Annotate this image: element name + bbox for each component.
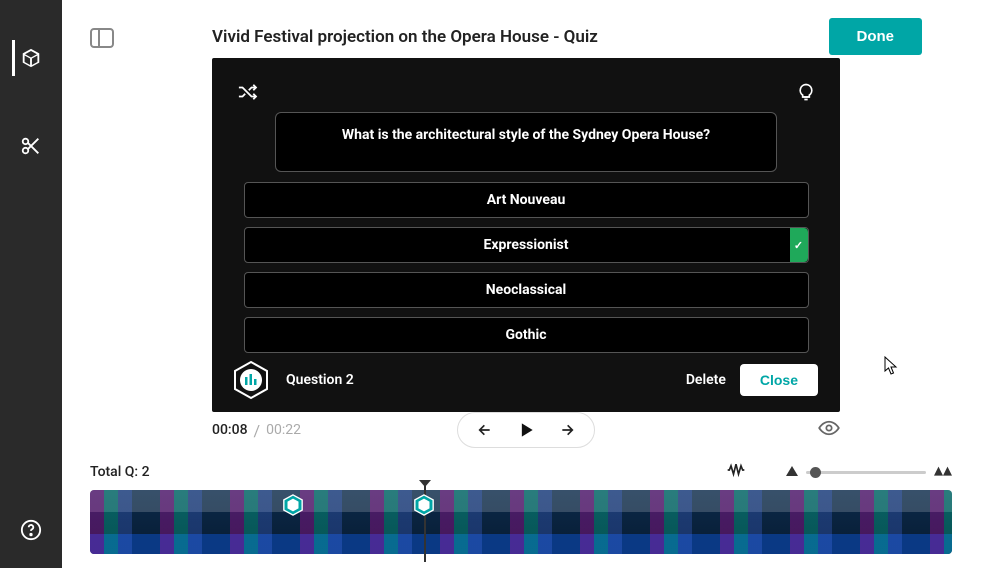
zoom-out-icon[interactable] xyxy=(786,466,798,478)
question-number-label: Question 2 xyxy=(286,372,354,388)
main: Vivid Festival projection on the Opera H… xyxy=(62,0,982,568)
total-questions-label: Total Q: 2 xyxy=(90,464,150,480)
answer-option[interactable]: Art Nouveau xyxy=(244,182,809,218)
header: Vivid Festival projection on the Opera H… xyxy=(212,18,922,55)
editor-footer: Question 2 Delete Close xyxy=(230,353,822,403)
correct-check-icon xyxy=(790,228,808,262)
play-button[interactable] xyxy=(508,416,544,444)
zoom-thumb[interactable] xyxy=(810,467,821,478)
quiz-badge-icon xyxy=(230,359,272,401)
timeline-filmstrip[interactable] xyxy=(90,490,952,554)
shuffle-icon[interactable] xyxy=(236,83,258,105)
answer-option[interactable]: Expressionist xyxy=(244,227,809,263)
zoom-in-icon[interactable] xyxy=(934,466,952,478)
total-time: 00:22 xyxy=(266,422,301,438)
question-marker[interactable] xyxy=(413,494,435,516)
answers-list: Art Nouveau Expressionist Neoclassical G… xyxy=(244,182,809,353)
playback-controls: 00:08 / 00:22 xyxy=(212,420,840,440)
current-time: 00:08 xyxy=(212,422,248,438)
answer-option[interactable]: Gothic xyxy=(244,317,809,353)
filmstrip-thumbnails xyxy=(90,490,952,554)
answer-label: Neoclassical xyxy=(486,282,566,298)
page-title: Vivid Festival projection on the Opera H… xyxy=(212,27,598,47)
sidebar-item-trim[interactable] xyxy=(13,128,49,164)
next-button[interactable] xyxy=(550,418,584,442)
arrow-left-icon xyxy=(476,422,494,438)
prev-button[interactable] xyxy=(468,418,502,442)
sidebar-item-help[interactable] xyxy=(13,512,49,548)
play-icon xyxy=(516,420,536,440)
answer-option[interactable]: Neoclassical xyxy=(244,272,809,308)
help-icon xyxy=(20,519,42,541)
time-separator: / xyxy=(254,421,261,440)
question-input[interactable]: What is the architectural style of the S… xyxy=(275,112,777,172)
sidebar-item-library[interactable] xyxy=(12,40,48,76)
scissors-icon xyxy=(20,135,42,157)
answer-label: Gothic xyxy=(505,327,546,343)
preview-icon[interactable] xyxy=(818,420,840,440)
delete-button[interactable]: Delete xyxy=(686,372,726,388)
waveform-icon[interactable] xyxy=(726,462,746,482)
answer-label: Expressionist xyxy=(484,237,569,253)
zoom-slider xyxy=(786,466,952,478)
done-button[interactable]: Done xyxy=(829,18,923,55)
question-marker[interactable] xyxy=(282,494,304,516)
timeline-header: Total Q: 2 xyxy=(90,460,952,484)
close-button[interactable]: Close xyxy=(740,364,818,396)
answer-label: Art Nouveau xyxy=(487,192,566,208)
quiz-editor: What is the architectural style of the S… xyxy=(212,58,840,412)
zoom-track[interactable] xyxy=(806,471,926,474)
panel-toggle-icon[interactable] xyxy=(90,28,114,52)
arrow-right-icon xyxy=(558,422,576,438)
hint-icon[interactable] xyxy=(796,82,816,106)
sidebar xyxy=(0,0,62,568)
cube-icon xyxy=(20,47,42,69)
